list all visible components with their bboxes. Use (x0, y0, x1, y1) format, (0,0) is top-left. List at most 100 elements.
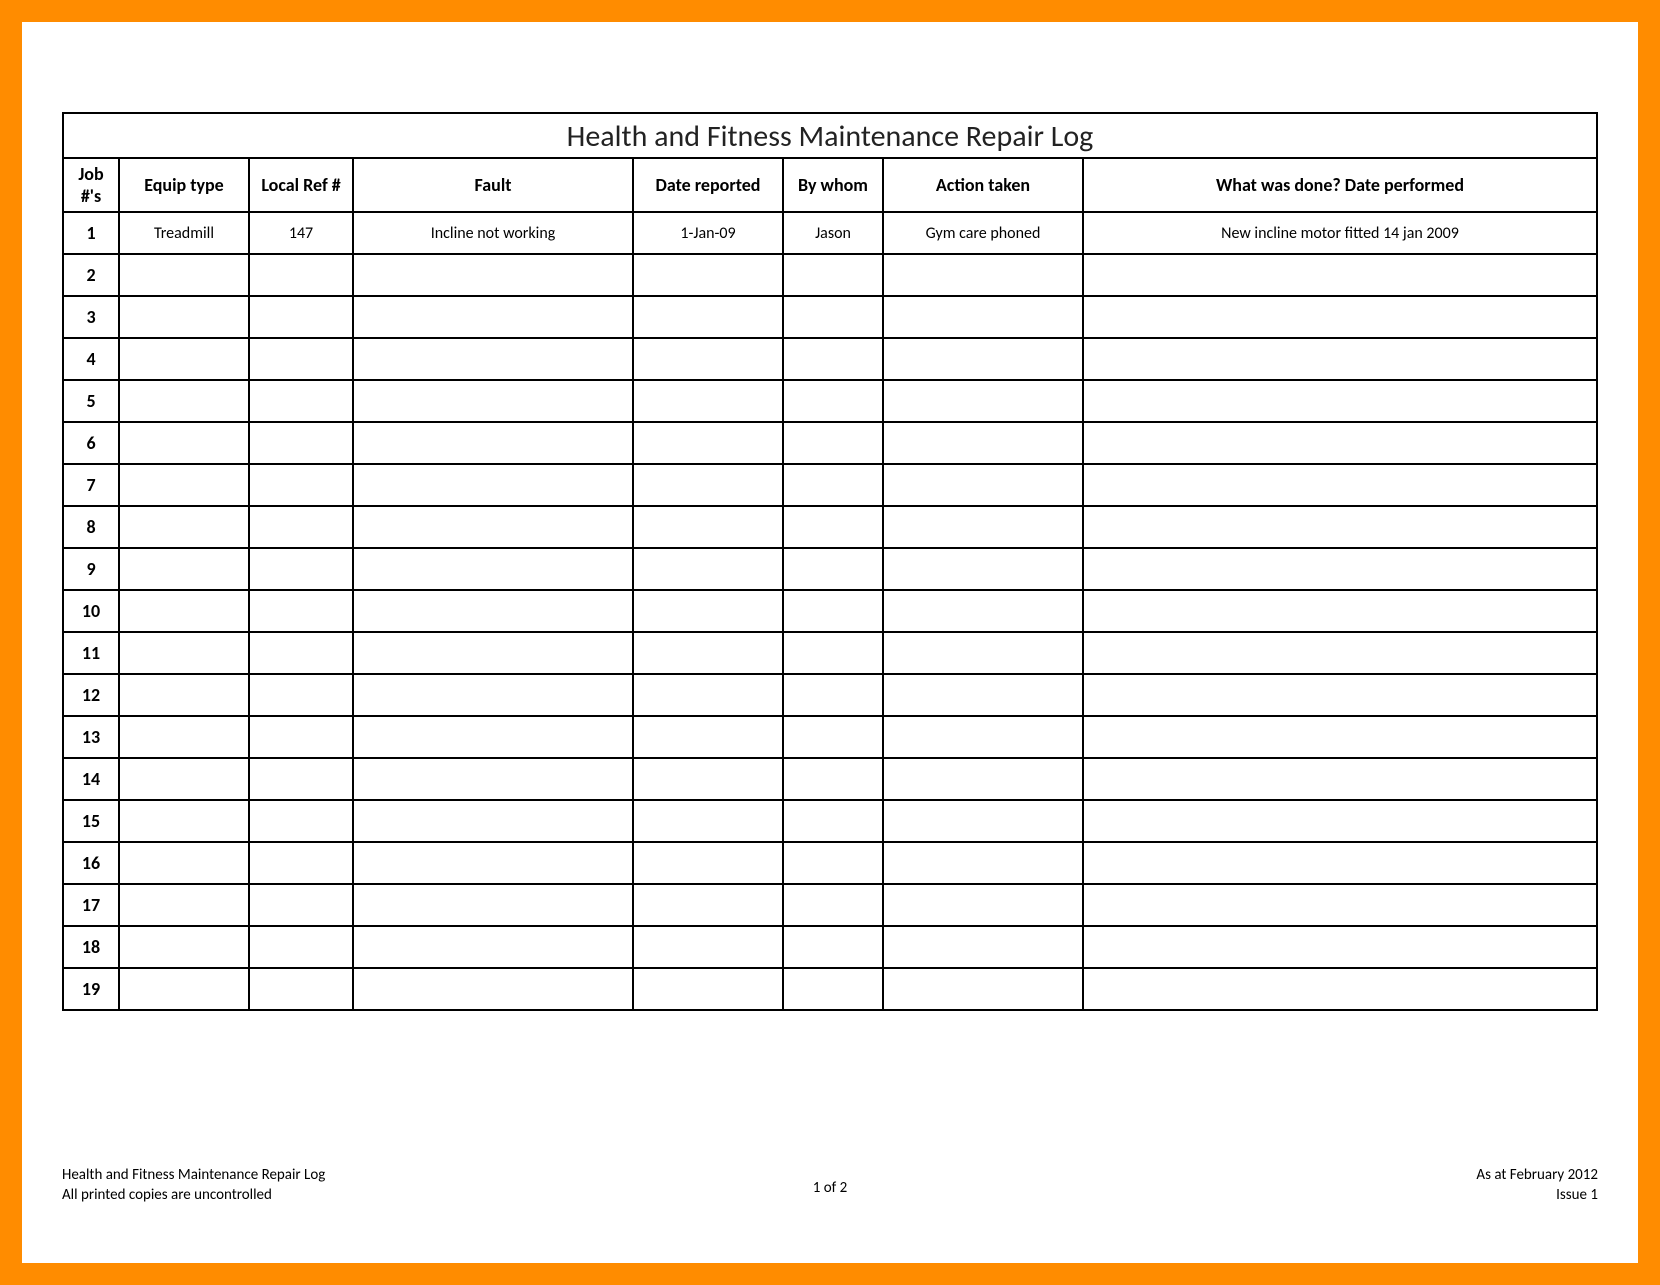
cell-local-ref (249, 716, 353, 758)
document-page: Health and Fitness Maintenance Repair Lo… (22, 22, 1638, 1263)
col-header-fault: Fault (353, 158, 633, 212)
cell-equip-type (119, 800, 249, 842)
cell-by-whom (783, 548, 883, 590)
cell-what-done (1083, 758, 1597, 800)
col-header-who: By whom (783, 158, 883, 212)
cell-date-reported (633, 968, 783, 1010)
cell-equip-type (119, 254, 249, 296)
cell-date-reported (633, 800, 783, 842)
cell-job-number: 15 (63, 800, 119, 842)
table-row: 19 (63, 968, 1597, 1010)
cell-date-reported (633, 590, 783, 632)
table-row: 18 (63, 926, 1597, 968)
cell-action-taken (883, 296, 1083, 338)
cell-action-taken (883, 800, 1083, 842)
cell-job-number: 4 (63, 338, 119, 380)
cell-local-ref (249, 590, 353, 632)
table-row: 15 (63, 800, 1597, 842)
cell-fault (353, 422, 633, 464)
cell-local-ref (249, 254, 353, 296)
cell-equip-type (119, 380, 249, 422)
cell-fault (353, 506, 633, 548)
cell-by-whom (783, 800, 883, 842)
cell-action-taken (883, 632, 1083, 674)
table-row: 11 (63, 632, 1597, 674)
cell-equip-type (119, 506, 249, 548)
cell-what-done: New incline motor fitted 14 jan 2009 (1083, 212, 1597, 254)
cell-job-number: 14 (63, 758, 119, 800)
cell-what-done (1083, 296, 1597, 338)
table-header-row: Job #'s Equip type Local Ref # Fault Dat… (63, 158, 1597, 212)
cell-date-reported (633, 716, 783, 758)
cell-by-whom (783, 968, 883, 1010)
cell-what-done (1083, 506, 1597, 548)
cell-equip-type (119, 842, 249, 884)
cell-action-taken (883, 926, 1083, 968)
cell-by-whom (783, 758, 883, 800)
cell-action-taken: Gym care phoned (883, 212, 1083, 254)
cell-fault (353, 800, 633, 842)
table-row: 3 (63, 296, 1597, 338)
cell-by-whom (783, 254, 883, 296)
cell-equip-type (119, 338, 249, 380)
footer-issue: Issue 1 (1476, 1185, 1598, 1205)
footer-date: As at February 2012 (1476, 1165, 1598, 1185)
cell-what-done (1083, 380, 1597, 422)
cell-by-whom (783, 506, 883, 548)
cell-action-taken (883, 590, 1083, 632)
cell-action-taken (883, 758, 1083, 800)
footer-page-number: 1 of 2 (813, 1179, 847, 1197)
cell-fault (353, 548, 633, 590)
cell-date-reported (633, 464, 783, 506)
col-header-done: What was done? Date performed (1083, 158, 1597, 212)
cell-date-reported (633, 254, 783, 296)
cell-equip-type (119, 632, 249, 674)
cell-what-done (1083, 632, 1597, 674)
cell-what-done (1083, 926, 1597, 968)
cell-job-number: 19 (63, 968, 119, 1010)
cell-fault (353, 758, 633, 800)
cell-job-number: 7 (63, 464, 119, 506)
cell-date-reported (633, 338, 783, 380)
cell-equip-type (119, 968, 249, 1010)
col-header-job: Job #'s (63, 158, 119, 212)
cell-local-ref (249, 926, 353, 968)
cell-fault (353, 842, 633, 884)
cell-by-whom: Jason (783, 212, 883, 254)
cell-what-done (1083, 968, 1597, 1010)
cell-fault (353, 632, 633, 674)
col-header-equip: Equip type (119, 158, 249, 212)
cell-local-ref (249, 422, 353, 464)
cell-date-reported (633, 842, 783, 884)
cell-by-whom (783, 380, 883, 422)
cell-equip-type (119, 758, 249, 800)
cell-equip-type (119, 296, 249, 338)
cell-job-number: 18 (63, 926, 119, 968)
cell-job-number: 3 (63, 296, 119, 338)
cell-fault (353, 674, 633, 716)
cell-fault (353, 884, 633, 926)
cell-what-done (1083, 884, 1597, 926)
cell-local-ref (249, 506, 353, 548)
cell-date-reported (633, 674, 783, 716)
cell-date-reported (633, 422, 783, 464)
cell-job-number: 10 (63, 590, 119, 632)
cell-by-whom (783, 590, 883, 632)
cell-by-whom (783, 884, 883, 926)
footer-left: Health and Fitness Maintenance Repair Lo… (62, 1165, 325, 1206)
cell-action-taken (883, 422, 1083, 464)
cell-action-taken (883, 254, 1083, 296)
cell-action-taken (883, 968, 1083, 1010)
table-row: 14 (63, 758, 1597, 800)
cell-local-ref (249, 884, 353, 926)
cell-equip-type (119, 674, 249, 716)
cell-local-ref (249, 548, 353, 590)
cell-fault (353, 464, 633, 506)
cell-job-number: 2 (63, 254, 119, 296)
cell-by-whom (783, 296, 883, 338)
cell-date-reported (633, 548, 783, 590)
table-row: 2 (63, 254, 1597, 296)
col-header-action: Action taken (883, 158, 1083, 212)
col-header-date: Date reported (633, 158, 783, 212)
cell-fault (353, 296, 633, 338)
